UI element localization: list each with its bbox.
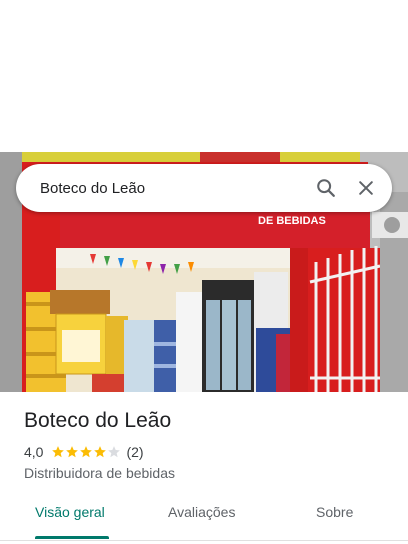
rating-row[interactable]: 4,0 (2) xyxy=(24,444,144,460)
star-icon xyxy=(108,446,121,458)
active-tab-indicator xyxy=(35,536,109,539)
tab-bar: Visão geral Avaliações Sobre xyxy=(0,496,408,541)
close-icon[interactable] xyxy=(346,168,386,208)
star-icon xyxy=(66,446,79,458)
tab-overview[interactable]: Visão geral xyxy=(35,504,105,520)
tab-reviews[interactable]: Avaliações xyxy=(168,504,235,520)
star-icon xyxy=(80,446,93,458)
tab-about[interactable]: Sobre xyxy=(316,504,353,520)
search-bar[interactable] xyxy=(16,164,392,212)
place-category: Distribuidora de bebidas xyxy=(24,465,175,481)
star-icon xyxy=(94,446,107,458)
search-input[interactable] xyxy=(40,179,306,197)
rating-stars xyxy=(51,445,121,459)
sign-text: DE BEBIDAS xyxy=(258,215,326,227)
star-icon xyxy=(52,446,65,458)
search-icon[interactable] xyxy=(306,168,346,208)
map-area xyxy=(0,0,408,152)
review-count[interactable]: (2) xyxy=(126,444,143,460)
rating-value: 4,0 xyxy=(24,444,44,460)
place-title: Boteco do Leão xyxy=(24,409,172,432)
